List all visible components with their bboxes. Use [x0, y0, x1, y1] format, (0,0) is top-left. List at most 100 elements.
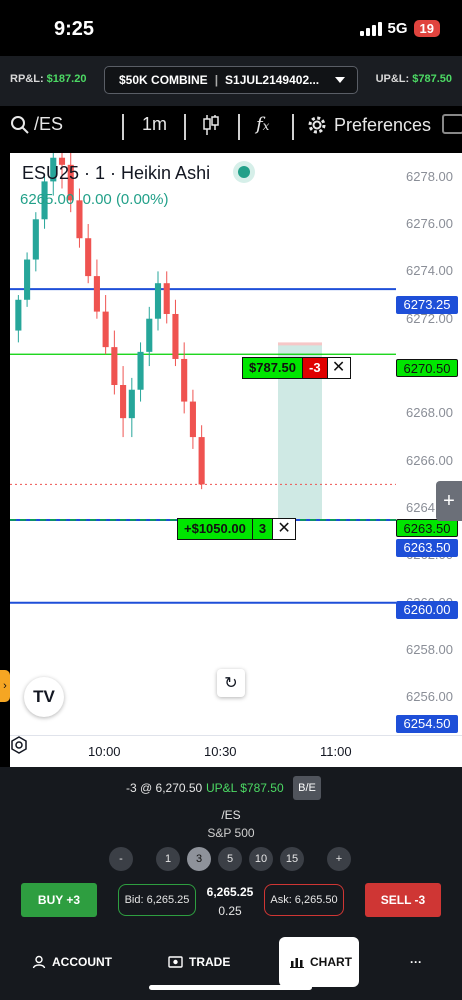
chart-settings-icon[interactable]	[10, 736, 28, 754]
preferences-button[interactable]: Preferences	[306, 114, 431, 136]
candle-body	[163, 283, 170, 314]
time-label: 11:00	[320, 744, 352, 759]
add-order-button[interactable]: +	[436, 481, 462, 521]
bid-price[interactable]: Bid: 6,265.25	[118, 884, 196, 916]
candle-body	[172, 313, 179, 359]
position-order-tag[interactable]: $787.50 -3 ✕	[242, 357, 351, 379]
position-text: -3 @ 6,270.50	[126, 781, 203, 795]
nav-chart-label: CHART	[310, 955, 352, 969]
sell-button[interactable]: SELL -3	[365, 883, 441, 917]
realized-pnl: RP&L: $187.20	[10, 73, 86, 85]
candle-body	[137, 351, 144, 390]
upl-label: UP&L:	[375, 73, 410, 85]
target-order-tag[interactable]: +$1050.00 3 ✕	[177, 518, 297, 540]
panel-symbol: /ES	[221, 808, 241, 822]
qty-increase-button[interactable]: +	[327, 847, 351, 871]
search-icon	[11, 115, 29, 134]
price-tick-label: 6274.00	[406, 263, 453, 279]
price-tick-label: 6268.00	[406, 405, 453, 421]
buy-button[interactable]: BUY +3	[21, 883, 97, 917]
symbol-search-button[interactable]: /ES	[10, 114, 63, 135]
chevron-down-icon	[335, 77, 345, 83]
candle-body	[198, 437, 205, 485]
nav-account[interactable]: ACCOUNT	[32, 955, 112, 969]
function-icon: fx	[256, 114, 270, 135]
price-scale[interactable]: 6278.006276.006274.006272.006270.006268.…	[394, 153, 462, 733]
candles-icon	[203, 115, 219, 135]
candle-body	[15, 299, 22, 331]
market-open-indicator	[238, 166, 250, 178]
last-price: 6,265.25	[206, 885, 254, 899]
more-icon: ···	[410, 955, 422, 969]
price-tag-blue-lower: 6260.00	[396, 601, 458, 619]
bottom-nav: ACCOUNT TRADE CHART ···	[0, 935, 462, 1000]
chart-title: ESU25 · 1 · Heikin Ashi	[22, 163, 211, 183]
ask-price[interactable]: Ask: 6,265.50	[264, 884, 344, 916]
home-indicator[interactable]	[149, 985, 312, 990]
unrealized-pnl: UP&L: $787.50	[376, 73, 452, 85]
candle-body	[181, 358, 188, 402]
nav-more[interactable]: ···	[410, 955, 422, 969]
price-tag-entry: 6270.50	[396, 359, 458, 377]
time-axis[interactable]: 10:00 10:30 11:00	[10, 735, 462, 767]
refresh-icon: ↻	[224, 675, 238, 692]
account-bar: RP&L: $187.20 $50K COMBINE | S1JUL214940…	[0, 56, 462, 106]
chart-area[interactable]: ESU25 · 1 · Heikin Ashi 6265.00 0.00 (0.…	[10, 153, 462, 767]
time-label: 10:30	[204, 744, 237, 759]
position-pnl: $787.50	[243, 358, 303, 378]
nav-account-label: ACCOUNT	[52, 955, 112, 969]
chart-type-button[interactable]	[202, 114, 220, 136]
money-icon	[168, 956, 183, 968]
price-tick-label: 6258.00	[406, 642, 453, 658]
account-id: S1JUL2149402...	[225, 73, 320, 87]
price-tick-label: 6256.00	[406, 689, 453, 705]
qty-decrease-button[interactable]: -	[109, 847, 133, 871]
chart-icon	[290, 958, 304, 968]
price-tag-target: 6263.50	[396, 519, 458, 537]
cancel-target-icon[interactable]: ✕	[273, 519, 296, 539]
interval-button[interactable]: 1m	[142, 114, 167, 135]
candle-body	[128, 389, 135, 419]
close-position-icon[interactable]: ✕	[327, 358, 350, 378]
last-change: 0.25	[218, 904, 242, 918]
price-tag-blue-upper: 6273.25	[396, 296, 458, 314]
side-drawer-handle[interactable]: ›	[0, 670, 10, 702]
qty-1-button[interactable]: 1	[156, 847, 180, 871]
order-panel: -3 @ 6,270.50 UP&L $787.50 B/E /ES S&P 5…	[0, 767, 462, 935]
account-name: $50K COMBINE	[119, 73, 208, 87]
qty-15-button[interactable]: 15	[280, 847, 304, 871]
target-qty: 3	[252, 519, 274, 539]
rpl-value: $187.20	[46, 73, 87, 85]
panel-symbol-description: S&P 500	[207, 826, 255, 840]
nav-chart[interactable]: CHART	[290, 955, 352, 969]
reset-chart-button[interactable]: ↻	[217, 669, 245, 697]
qty-10-button[interactable]: 10	[249, 847, 273, 871]
quote-change: 0.00 (0.00%)	[82, 191, 169, 208]
price-tick-label: 6276.00	[406, 216, 453, 232]
tradingview-logo[interactable]: TV	[24, 677, 64, 717]
nav-trade[interactable]: TRADE	[168, 955, 230, 969]
gear-icon	[308, 116, 326, 134]
upl-value: $787.50	[412, 73, 452, 85]
candle-body	[102, 311, 109, 348]
qty-3-button[interactable]: 3	[187, 847, 211, 871]
rpl-label: RP&L:	[10, 73, 44, 85]
candle-body	[146, 318, 153, 352]
position-upl: UP&L $787.50	[206, 781, 284, 795]
breakeven-button[interactable]: B/E	[293, 776, 321, 800]
toolbar-divider	[238, 114, 240, 140]
price-tick-label: 6266.00	[406, 452, 453, 468]
toolbar-divider	[184, 114, 186, 140]
quote-last: 6265.00	[20, 191, 75, 208]
candle-body	[189, 401, 196, 438]
chart-toolbar: /ES 1m fx Preferences	[0, 106, 462, 146]
chart-quote: 6265.00 0.00 (0.00%)	[20, 191, 168, 208]
panel-toggle-button[interactable]	[442, 114, 462, 134]
toolbar-symbol: /ES	[34, 114, 64, 134]
qty-5-button[interactable]: 5	[218, 847, 242, 871]
account-selector[interactable]: $50K COMBINE | S1JUL2149402...	[104, 66, 358, 94]
candle-body	[24, 259, 31, 300]
indicators-button[interactable]: fx	[256, 114, 269, 135]
candle-body	[93, 276, 100, 312]
time-label: 10:00	[88, 744, 121, 759]
